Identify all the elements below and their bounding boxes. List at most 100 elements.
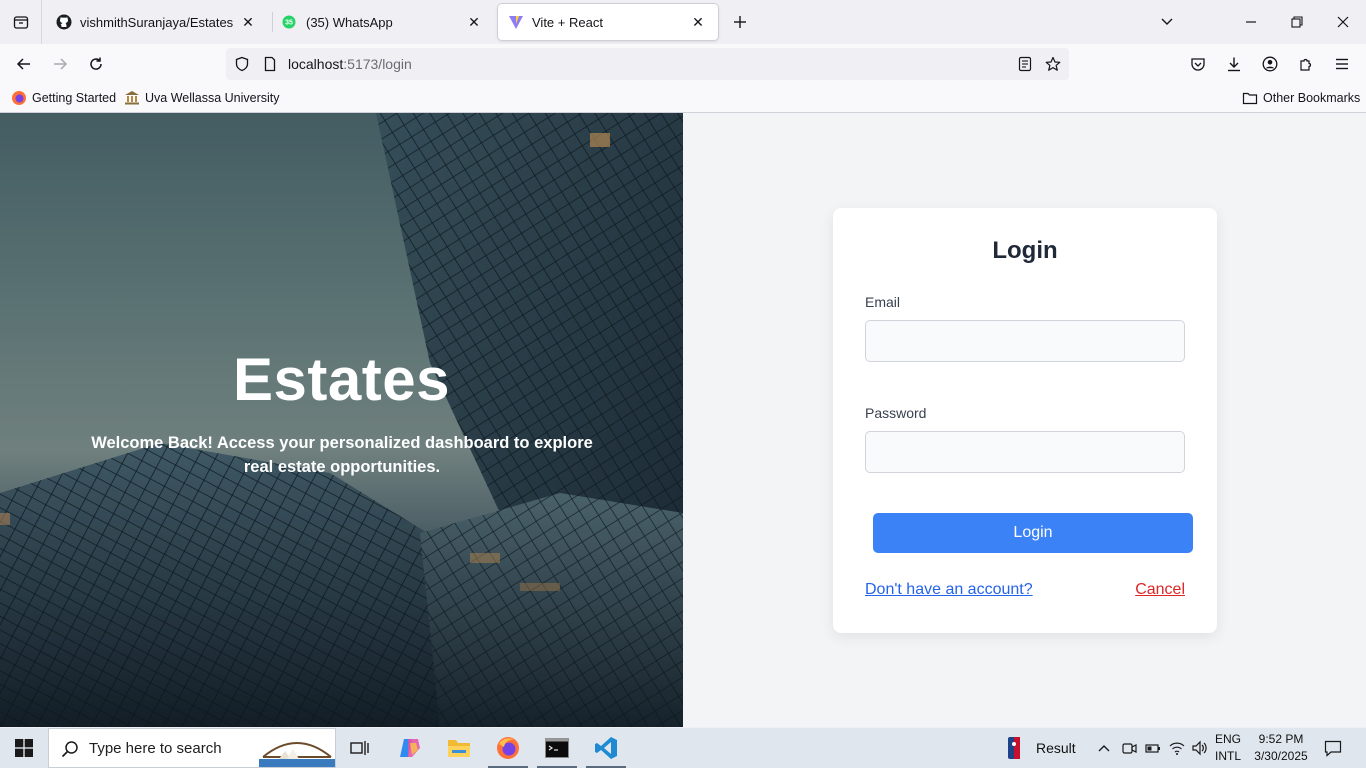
skyscraper-background-image bbox=[0, 113, 683, 727]
show-hidden-icons-button[interactable] bbox=[1097, 728, 1111, 768]
minimize-button[interactable] bbox=[1228, 0, 1274, 44]
url-text[interactable]: localhost:5173/login bbox=[288, 56, 412, 72]
chevron-up-icon bbox=[1098, 745, 1110, 752]
firefox-icon bbox=[497, 737, 519, 759]
search-placeholder: Type here to search bbox=[89, 739, 222, 757]
download-icon bbox=[1228, 57, 1240, 72]
network-button[interactable] bbox=[1169, 728, 1185, 768]
whatsapp-icon: 35 bbox=[282, 14, 298, 30]
login-button[interactable]: Login bbox=[873, 513, 1193, 553]
reader-view-icon[interactable] bbox=[1017, 56, 1033, 72]
task-view-icon bbox=[350, 741, 369, 755]
page-icon[interactable] bbox=[262, 56, 278, 72]
list-all-tabs-button[interactable] bbox=[0, 0, 42, 44]
url-bar[interactable]: localhost:5173/login bbox=[226, 48, 1069, 80]
firefox-icon bbox=[12, 91, 26, 105]
tab-overflow-button[interactable] bbox=[1144, 0, 1190, 44]
close-tab-icon[interactable]: ✕ bbox=[238, 12, 258, 32]
wifi-icon bbox=[1169, 742, 1185, 755]
volume-button[interactable] bbox=[1192, 728, 1208, 768]
shield-icon[interactable] bbox=[234, 56, 250, 72]
downloads-button[interactable] bbox=[1220, 50, 1248, 78]
terminal-taskbar-button[interactable] bbox=[533, 728, 581, 768]
puzzle-icon bbox=[1300, 58, 1312, 71]
back-button[interactable] bbox=[10, 50, 38, 78]
system-clock[interactable]: 9:52 PM 3/30/2025 bbox=[1250, 731, 1312, 765]
tray-result[interactable]: Result bbox=[1008, 728, 1076, 768]
login-card: Login Email Password Login Don't have an… bbox=[833, 208, 1217, 633]
close-tab-icon[interactable]: ✕ bbox=[688, 12, 708, 32]
password-label: Password bbox=[865, 405, 927, 421]
hero-panel: Estates Welcome Back! Access your person… bbox=[0, 113, 683, 727]
chevron-down-icon bbox=[1161, 18, 1173, 25]
account-button[interactable] bbox=[1256, 50, 1284, 78]
restore-button[interactable] bbox=[1274, 0, 1320, 44]
cancel-link[interactable]: Cancel bbox=[1135, 581, 1185, 599]
sydney-bridge-icon bbox=[259, 742, 335, 767]
account-icon bbox=[1262, 56, 1278, 72]
taskbar-search[interactable]: Type here to search bbox=[48, 728, 336, 768]
password-field[interactable] bbox=[865, 431, 1185, 473]
minimize-icon bbox=[1246, 21, 1256, 23]
battery-icon bbox=[1145, 744, 1160, 753]
bookmark-getting-started[interactable]: Getting Started bbox=[11, 90, 116, 106]
reload-button[interactable] bbox=[82, 50, 110, 78]
tab-whatsapp[interactable]: 35 (35) WhatsApp ✕ bbox=[272, 4, 494, 40]
vite-icon bbox=[508, 14, 524, 30]
meet-now-button[interactable] bbox=[1121, 728, 1137, 768]
pocket-button[interactable] bbox=[1184, 50, 1212, 78]
keyboard-layout: INTL bbox=[1215, 749, 1242, 763]
task-view-button[interactable] bbox=[336, 728, 384, 768]
email-field[interactable] bbox=[865, 320, 1185, 362]
signup-link[interactable]: Don't have an account? bbox=[865, 581, 1033, 599]
tray-result-label: Result bbox=[1036, 740, 1076, 756]
tab-list-icon bbox=[13, 16, 28, 29]
hero-subtitle: Welcome Back! Access your personalized d… bbox=[91, 434, 593, 476]
plus-icon bbox=[734, 16, 746, 28]
windows-icon bbox=[15, 739, 33, 757]
hero-title: Estates bbox=[233, 346, 450, 413]
other-bookmarks[interactable]: Other Bookmarks bbox=[1242, 90, 1360, 106]
menu-button[interactable] bbox=[1328, 50, 1356, 78]
terminal-icon bbox=[545, 738, 569, 758]
tab-github[interactable]: vishmithSuranjaya/Estates ✕ bbox=[46, 4, 268, 40]
pocket-icon bbox=[1191, 58, 1205, 71]
forward-button[interactable] bbox=[46, 50, 74, 78]
close-window-button[interactable] bbox=[1320, 0, 1366, 44]
other-bookmarks-label: Other Bookmarks bbox=[1263, 91, 1361, 105]
notifications-button[interactable] bbox=[1324, 728, 1342, 768]
url-path: :5173/login bbox=[343, 56, 412, 72]
notification-icon bbox=[1324, 740, 1342, 757]
input-language-indicator[interactable]: ENG INTL bbox=[1215, 731, 1241, 765]
file-explorer-button[interactable] bbox=[435, 728, 483, 768]
clock-time: 9:52 PM bbox=[1258, 732, 1304, 746]
speaker-icon bbox=[1192, 740, 1207, 756]
start-button[interactable] bbox=[0, 728, 48, 768]
navigation-toolbar: localhost:5173/login bbox=[0, 44, 1366, 84]
arrow-right-icon bbox=[54, 58, 68, 70]
arrow-left-icon bbox=[16, 58, 30, 70]
bookmark-uva-wellassa[interactable]: Uva Wellassa University bbox=[124, 90, 280, 106]
battery-button[interactable] bbox=[1145, 728, 1161, 768]
svg-text:35: 35 bbox=[285, 20, 293, 27]
search-icon bbox=[61, 741, 78, 758]
bookmark-label: Uva Wellassa University bbox=[145, 91, 280, 105]
restore-icon bbox=[1291, 16, 1303, 28]
new-tab-button[interactable] bbox=[728, 10, 752, 34]
tab-title: Vite + React bbox=[532, 14, 603, 30]
vscode-taskbar-button[interactable] bbox=[582, 728, 630, 768]
nba-icon bbox=[1008, 737, 1020, 759]
university-icon bbox=[125, 91, 139, 105]
page-content: Estates Welcome Back! Access your person… bbox=[0, 113, 1366, 727]
firefox-taskbar-button[interactable] bbox=[484, 728, 532, 768]
vscode-icon bbox=[595, 737, 617, 759]
bookmark-star-icon[interactable] bbox=[1045, 56, 1061, 72]
tab-bar: vishmithSuranjaya/Estates ✕ 35 (35) What… bbox=[0, 0, 1366, 44]
language-code: ENG bbox=[1215, 732, 1242, 746]
close-tab-icon[interactable]: ✕ bbox=[464, 12, 484, 32]
github-icon bbox=[56, 14, 72, 30]
tab-vite-react[interactable]: Vite + React ✕ bbox=[498, 4, 718, 40]
copilot-button[interactable] bbox=[386, 728, 434, 768]
tab-title: (35) WhatsApp bbox=[306, 14, 393, 30]
extensions-button[interactable] bbox=[1292, 50, 1320, 78]
